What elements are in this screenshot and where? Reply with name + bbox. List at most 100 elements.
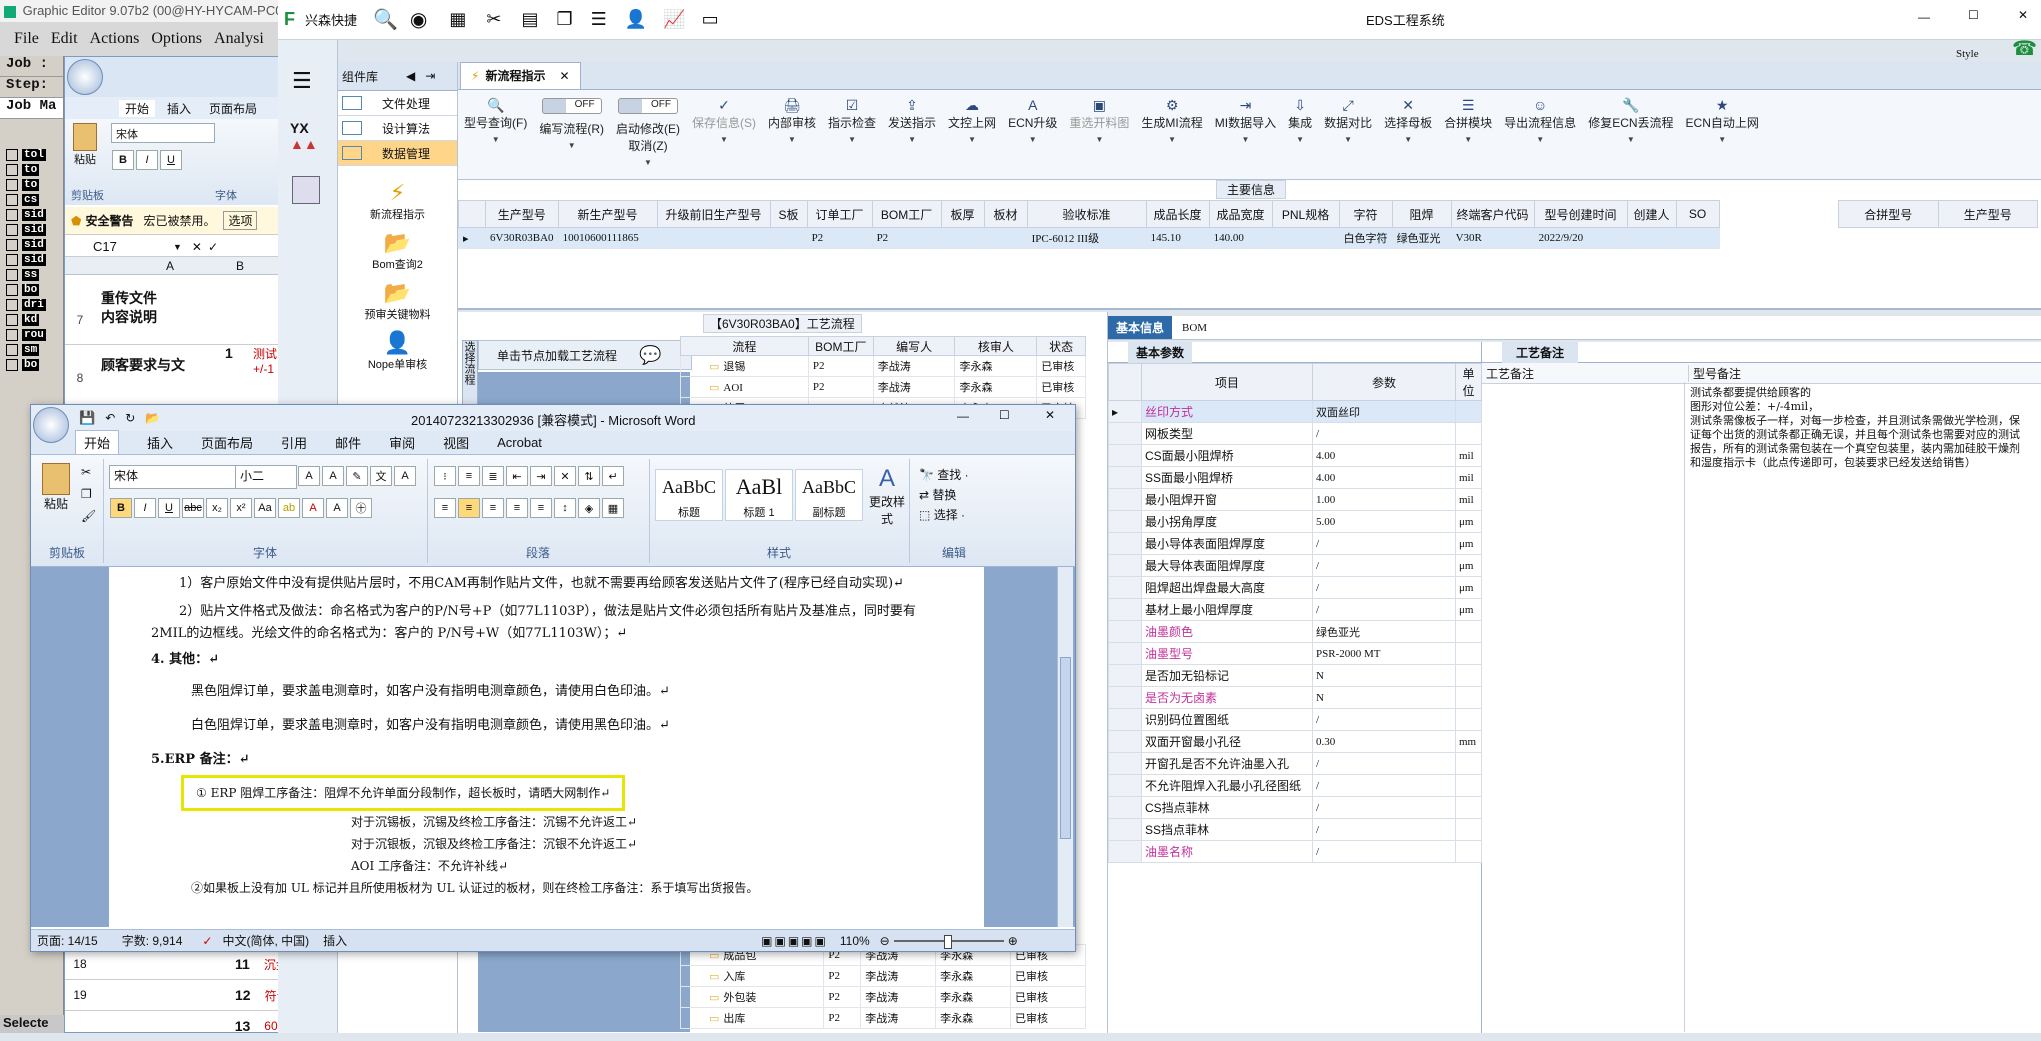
main-col-header[interactable]: 生产型号 (485, 200, 559, 228)
select-button[interactable]: ⬚ 选择 · (919, 505, 969, 525)
multilevel-icon[interactable]: ≣ (482, 466, 504, 486)
row-indicator[interactable] (1108, 466, 1142, 489)
menu-edit[interactable]: Edit (51, 30, 78, 48)
globe-icon[interactable]: ◉ (410, 7, 427, 32)
flow-node[interactable]: ▭ 出库 (679, 1007, 825, 1029)
bold-button[interactable]: B (110, 498, 132, 518)
row-indicator[interactable] (1108, 686, 1142, 709)
borders-icon[interactable]: ▦ (602, 498, 624, 518)
row-indicator[interactable]: ▸ (458, 227, 486, 249)
doc-paragraph[interactable]: 白色阻焊订单，要求盖电测章时，如客户没有指明电测章颜色，请使用黑色印油。↵ (151, 715, 942, 737)
strikethrough-button[interactable]: abc (182, 498, 204, 518)
phone-icon[interactable]: ☎ (2012, 36, 2037, 61)
font-select[interactable]: 宋体 (109, 465, 239, 489)
cell-b8[interactable]: 1 (225, 345, 233, 361)
row-indicator[interactable] (1108, 620, 1142, 643)
flow-col-header[interactable]: BOM工厂 (807, 336, 874, 356)
chinese-layout-icon[interactable]: ✕ (554, 466, 576, 486)
user-icon[interactable]: 👤 (625, 9, 647, 30)
checkbox-icon[interactable] (6, 208, 18, 221)
flow-cell[interactable]: 已审核 (1036, 355, 1086, 377)
style-option[interactable]: AaBbC 标题 (655, 469, 723, 521)
checkbox-icon[interactable] (6, 313, 18, 326)
checkbox-icon[interactable] (6, 358, 18, 371)
flow-cell[interactable]: P2 (807, 376, 874, 398)
page-count[interactable]: 页面: 14/15 (37, 932, 98, 949)
param-value[interactable]: 0.30 (1312, 730, 1456, 753)
save-icon[interactable]: 💾 (79, 410, 95, 426)
tab-new-flow[interactable]: ⚡ 新流程指示 ✕ (460, 61, 581, 90)
cell-b[interactable]: 11 (235, 956, 250, 972)
char-border-icon[interactable]: A (394, 466, 416, 486)
enclose-char-icon[interactable]: ㊉ (350, 498, 372, 518)
layer-check[interactable]: to (0, 177, 63, 192)
row-indicator[interactable] (1108, 818, 1142, 841)
layer-check[interactable]: kd (0, 312, 63, 327)
main-cell[interactable]: 2022/9/20 (1533, 227, 1628, 249)
flow-cell[interactable]: 李战涛 (860, 986, 937, 1008)
distribute-icon[interactable]: ≡ (530, 498, 552, 518)
dropdown-arrow-icon[interactable]: ▼ (568, 141, 576, 150)
param-value[interactable]: N (1312, 686, 1456, 709)
dropdown-arrow-icon[interactable]: ▼ (848, 135, 856, 144)
flow-col-header[interactable]: 核审人 (954, 336, 1038, 356)
numbering-icon[interactable]: ≡ (458, 466, 480, 486)
underline-button[interactable]: U (158, 498, 180, 518)
style-option[interactable]: AaBbC 副标题 (795, 469, 863, 521)
zoom-slider[interactable] (893, 934, 1004, 949)
toolbar-button[interactable]: ⇩ 集成 ▼ (1282, 96, 1318, 145)
shading-icon[interactable]: ◈ (578, 498, 600, 518)
param-value[interactable]: N (1312, 664, 1456, 687)
tab-process-notes[interactable]: 工艺备注 (1502, 342, 1579, 363)
flow-cell[interactable]: 李永森 (954, 355, 1038, 377)
grid-icon[interactable]: ▦ (449, 9, 466, 30)
excel-tab-insert[interactable]: 插入 (167, 100, 191, 117)
sort-icon[interactable]: ⇅ (578, 466, 600, 486)
dropdown-arrow-icon[interactable]: ▼ (492, 135, 500, 144)
param-row[interactable]: 不允许阻焊入孔最小孔径图纸 / (1108, 774, 1482, 797)
load-flow-button[interactable]: 单击节点加载工艺流程 💬 (478, 340, 692, 370)
show-marks-icon[interactable]: ↵ (602, 466, 624, 486)
chart-icon[interactable]: 📈 (663, 9, 685, 30)
main-col-header[interactable]: 成品宽度 (1208, 200, 1273, 228)
find-button[interactable]: 🔭 查找 · (919, 465, 969, 485)
flow-cell[interactable]: 李战涛 (860, 965, 937, 987)
dropdown-arrow-icon[interactable]: ▼ (1241, 135, 1249, 144)
scroll-thumb[interactable] (1060, 657, 1071, 839)
toolbar-button[interactable]: ✕ 选择母板 ▼ (1378, 96, 1438, 145)
underline-button[interactable]: U (160, 150, 182, 170)
param-value[interactable]: / (1312, 818, 1456, 841)
char-shading-icon[interactable]: A (326, 498, 348, 518)
zoom-level[interactable]: 110% (840, 934, 870, 948)
style-label[interactable]: Style (1956, 48, 1979, 60)
flow-node[interactable]: ▭ AOI (680, 376, 809, 398)
flow-cell[interactable]: 李永森 (935, 965, 1012, 987)
highlighted-paragraph[interactable]: ① ERP 阻焊工序备注：阻焊不允许单面分段制作，超长板时，请晒大网制作↵ (181, 775, 626, 811)
row-indicator[interactable] (1108, 752, 1142, 775)
param-row[interactable]: CS挡点菲林 / (1108, 796, 1482, 819)
param-value[interactable]: / (1312, 576, 1456, 599)
toolbar-button[interactable]: 🔧 修复ECN丢流程 ▼ (1582, 96, 1679, 145)
library-item[interactable]: 数据管理 (338, 141, 457, 166)
toolbar-button[interactable]: ☑ 指示检查 ▼ (822, 96, 882, 145)
dropdown-arrow-icon[interactable]: ▼ (644, 158, 652, 167)
nav-key-material[interactable]: 📂 预审关键物料 (338, 280, 457, 322)
copy-icon[interactable]: ❐ (81, 487, 92, 501)
flow-row[interactable]: ▭ 入库 P2 李战涛 李永森 已审核 (679, 965, 1086, 987)
bullets-icon[interactable]: ⁝ (434, 466, 456, 486)
main-cell[interactable] (940, 227, 985, 249)
highlight-icon[interactable]: ab (278, 498, 300, 518)
main-col-header[interactable]: 升级前旧生产型号 (656, 200, 771, 228)
row-indicator[interactable] (1108, 840, 1142, 863)
word-tab[interactable]: 视图 (443, 433, 469, 452)
main-col-header[interactable]: S板 (769, 200, 808, 228)
checkbox-icon[interactable] (6, 178, 18, 191)
param-row[interactable]: 油墨名称 / (1108, 840, 1482, 863)
flow-node[interactable]: ▭ 入库 (679, 965, 825, 987)
main-cell[interactable]: 6V30R03BA0 (485, 227, 559, 249)
film-icon[interactable]: ▤ (521, 9, 538, 30)
main-cell[interactable] (769, 227, 808, 249)
word-tab[interactable]: 插入 (147, 433, 173, 452)
doc-paragraph[interactable]: 对于沉银板，沉银及终检工序备注：沉银不允许返工↵ (151, 833, 942, 855)
toolbar-button[interactable]: ⤢ 数据对比 ▼ (1318, 96, 1378, 145)
